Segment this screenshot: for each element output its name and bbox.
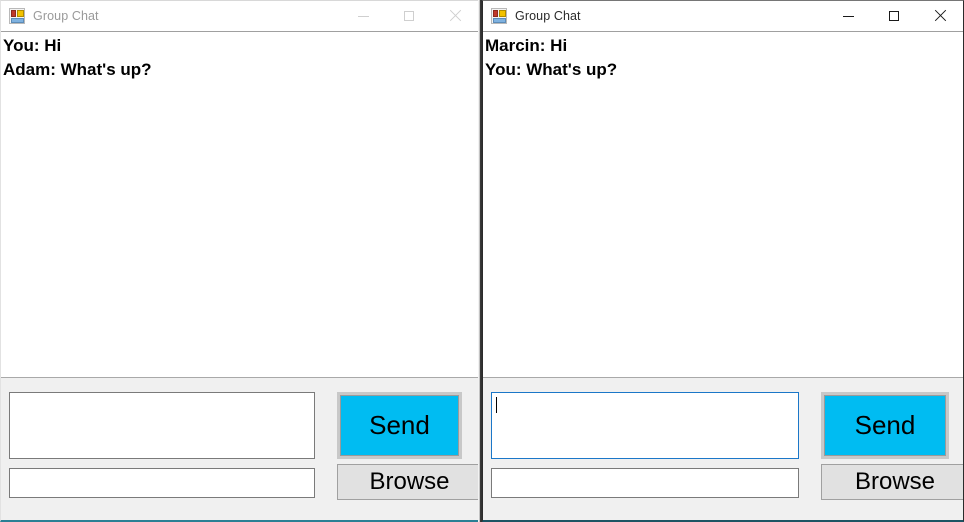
message-input-left[interactable]	[9, 392, 315, 459]
maximize-button-right[interactable]	[871, 1, 917, 31]
control-panel-right: Send Browse	[483, 378, 963, 520]
window-title-right: Group Chat	[515, 9, 581, 23]
maximize-icon	[404, 11, 414, 21]
file-row-left: Browse	[9, 464, 478, 500]
chat-message: Adam: What's up?	[3, 60, 152, 79]
control-panel-left: Send Browse	[1, 378, 478, 520]
message-row-right: Send	[491, 392, 949, 459]
browse-button-left[interactable]: Browse	[337, 464, 478, 500]
titlebar-right[interactable]: Group Chat	[483, 1, 963, 31]
send-button-right[interactable]: Send	[821, 392, 949, 459]
minimize-button-left[interactable]	[340, 1, 386, 31]
close-icon	[449, 10, 461, 22]
chat-transcript-left[interactable]: You: Hi Adam: What's up?	[1, 31, 478, 378]
chat-message: You: What's up?	[485, 60, 618, 79]
file-path-input-left[interactable]	[9, 468, 315, 498]
close-button-right[interactable]	[917, 1, 963, 31]
file-path-input-right[interactable]	[491, 468, 799, 498]
close-button-left[interactable]	[432, 1, 478, 31]
maximize-button-left[interactable]	[386, 1, 432, 31]
browse-button-right[interactable]: Browse	[821, 464, 963, 500]
caption-buttons-right	[825, 1, 963, 31]
close-icon	[934, 10, 946, 22]
chat-message: Marcin: Hi	[485, 36, 568, 55]
minimize-icon	[357, 15, 369, 17]
minimize-icon	[842, 15, 854, 17]
minimize-button-right[interactable]	[825, 1, 871, 31]
window-title-left: Group Chat	[33, 9, 99, 23]
message-row-left: Send	[9, 392, 462, 459]
winforms-app-icon	[491, 8, 507, 24]
send-button-left[interactable]: Send	[337, 392, 462, 459]
chat-transcript-right[interactable]: Marcin: Hi You: What's up?	[483, 31, 963, 378]
caption-buttons-left	[340, 1, 478, 31]
desktop: Group Chat You: Hi Adam: What's up? Send…	[0, 0, 964, 522]
chat-message: You: Hi	[3, 36, 62, 55]
text-caret	[496, 397, 497, 413]
winforms-app-icon	[9, 8, 25, 24]
titlebar-left[interactable]: Group Chat	[1, 1, 478, 31]
window-group-chat-left[interactable]: Group Chat You: Hi Adam: What's up? Send…	[0, 0, 478, 522]
titlebar-right-identity: Group Chat	[483, 8, 825, 24]
maximize-icon	[889, 11, 899, 21]
titlebar-left-identity: Group Chat	[1, 8, 340, 24]
window-group-chat-right[interactable]: Group Chat Marcin: Hi You: What's up? Se…	[482, 0, 964, 522]
file-row-right: Browse	[491, 464, 963, 500]
message-input-right[interactable]	[491, 392, 799, 459]
